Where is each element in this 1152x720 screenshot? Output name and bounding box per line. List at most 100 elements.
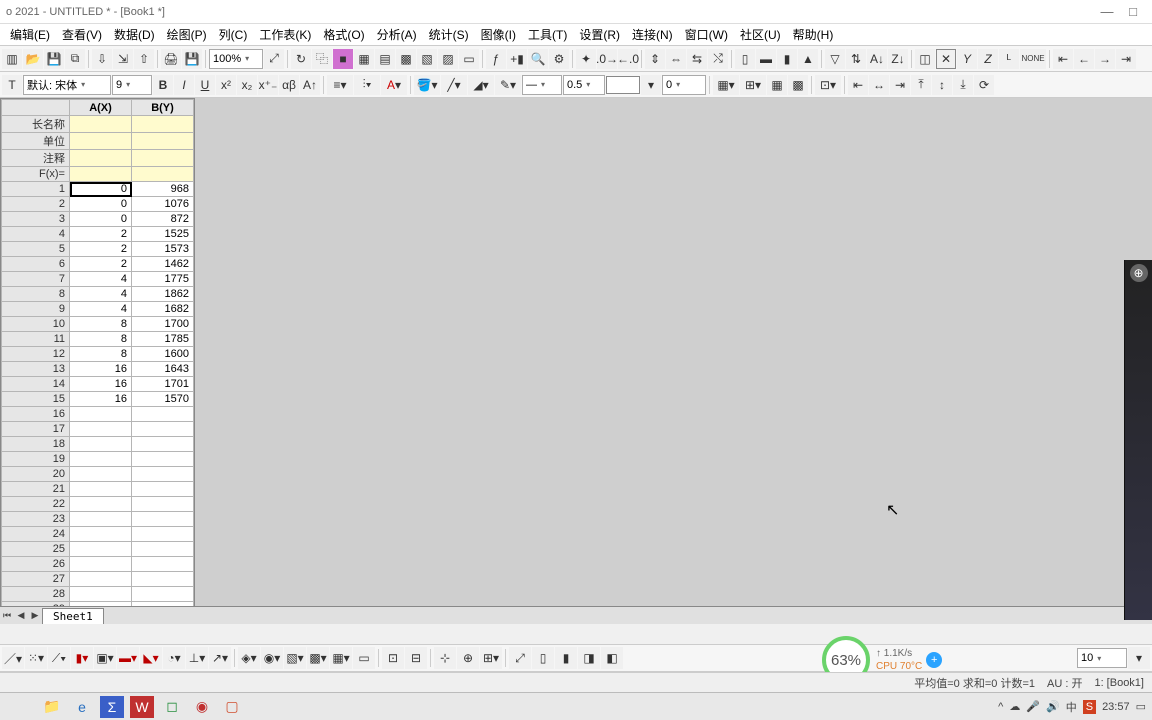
tray-notifications-icon[interactable]: ▭: [1136, 700, 1146, 713]
cell-b[interactable]: 872: [132, 212, 194, 227]
reader-icon[interactable]: ⊹: [434, 647, 456, 669]
row-longname[interactable]: 长名称: [2, 116, 70, 133]
chart-bar-icon[interactable]: ▬: [756, 49, 776, 69]
mask-icon[interactable]: ◫: [915, 49, 935, 69]
code-builder-icon[interactable]: ⚙: [549, 49, 569, 69]
row-header[interactable]: 3: [2, 212, 70, 227]
col-header-b[interactable]: B(Y): [132, 100, 194, 116]
row-header[interactable]: 13: [2, 362, 70, 377]
row-header[interactable]: 4: [2, 227, 70, 242]
cell-b[interactable]: [132, 407, 194, 422]
cell-b[interactable]: 1701: [132, 377, 194, 392]
row-header[interactable]: 8: [2, 287, 70, 302]
filter-icon[interactable]: ▽: [825, 49, 845, 69]
row-header[interactable]: 20: [2, 467, 70, 482]
row-header[interactable]: 22: [2, 497, 70, 512]
new-notes-icon[interactable]: ▭: [459, 49, 479, 69]
save-icon[interactable]: 💾: [44, 49, 64, 69]
add-column-icon[interactable]: +▮: [507, 49, 527, 69]
menu-view[interactable]: 查看(V): [56, 24, 108, 45]
screen-reader-icon[interactable]: ⊕: [457, 647, 479, 669]
cell-b[interactable]: 1700: [132, 317, 194, 332]
cell-a[interactable]: 8: [70, 332, 132, 347]
valign-icon[interactable]: ⫶▾: [354, 75, 380, 95]
cell-a[interactable]: 4: [70, 272, 132, 287]
border-icon[interactable]: ▦▾: [713, 75, 739, 95]
cell-a[interactable]: 2: [70, 257, 132, 272]
zoom-combo[interactable]: 100%▾: [209, 49, 263, 69]
new-project-icon[interactable]: ▥: [2, 49, 22, 69]
row-header[interactable]: 19: [2, 452, 70, 467]
pie-plot-icon[interactable]: ◔▾: [163, 647, 185, 669]
label-icon[interactable]: ᴸ: [999, 49, 1019, 69]
task-orange-icon[interactable]: ▢: [220, 696, 244, 718]
box-plot-icon[interactable]: ▣▾: [94, 647, 116, 669]
row-header[interactable]: 28: [2, 587, 70, 602]
open-icon[interactable]: 📂: [23, 49, 43, 69]
cell-b[interactable]: 1862: [132, 287, 194, 302]
cell-a[interactable]: [70, 467, 132, 482]
cell-comments-a[interactable]: [70, 150, 132, 167]
cell-a[interactable]: [70, 407, 132, 422]
merge-icon[interactable]: ⊞▾: [740, 75, 766, 95]
tray-ime-icon[interactable]: 中: [1066, 699, 1077, 715]
bottom-number-combo[interactable]: 10▾: [1077, 648, 1127, 668]
row-header[interactable]: 10: [2, 317, 70, 332]
cell-b[interactable]: 1600: [132, 347, 194, 362]
duplicate-icon[interactable]: ⿻: [312, 49, 332, 69]
corner-cell[interactable]: [2, 100, 70, 116]
color-well[interactable]: [606, 76, 640, 94]
cell-b[interactable]: [132, 512, 194, 527]
cell-a[interactable]: 0: [70, 197, 132, 212]
menu-data[interactable]: 数据(D): [108, 24, 161, 45]
z-axis-icon[interactable]: Z: [978, 49, 998, 69]
cell-b[interactable]: 1570: [132, 392, 194, 407]
task-explorer-icon[interactable]: 📁: [40, 696, 64, 718]
row-height-icon[interactable]: ⇕: [645, 49, 665, 69]
tray-clock[interactable]: 23:57: [1102, 701, 1130, 713]
cell-b[interactable]: [132, 527, 194, 542]
row-header[interactable]: 6: [2, 257, 70, 272]
layer-icon[interactable]: ▯: [532, 647, 554, 669]
cell-fx-a[interactable]: [70, 167, 132, 182]
tab-first-icon[interactable]: ⏮: [0, 609, 14, 623]
print-icon[interactable]: 🖨: [161, 49, 181, 69]
sub-sup-icon[interactable]: x⁺₋: [258, 75, 278, 95]
underline-icon[interactable]: U: [195, 75, 215, 95]
cell-longname-b[interactable]: [132, 116, 194, 133]
scatter-plot-icon[interactable]: ⁙▾: [25, 647, 47, 669]
task-sigma-icon[interactable]: Σ: [100, 696, 124, 718]
cell-a[interactable]: 16: [70, 362, 132, 377]
menu-worksheet[interactable]: 工作表(K): [253, 24, 317, 45]
align-right2-icon[interactable]: ⇥: [890, 75, 910, 95]
task-wps-icon[interactable]: W: [130, 696, 154, 718]
menu-window[interactable]: 窗口(W): [679, 24, 734, 45]
move-right-icon[interactable]: →: [1095, 49, 1115, 69]
menu-image[interactable]: 图像(I): [475, 24, 522, 45]
new-color-icon[interactable]: ■: [333, 49, 353, 69]
cell-b[interactable]: 1682: [132, 302, 194, 317]
cell-b[interactable]: [132, 542, 194, 557]
line-fill-icon[interactable]: ◢▾: [468, 75, 494, 95]
cell-b[interactable]: [132, 572, 194, 587]
row-header[interactable]: 16: [2, 407, 70, 422]
tab-next-icon[interactable]: ▶: [28, 609, 42, 623]
cell-fx-b[interactable]: [132, 167, 194, 182]
vector-plot-icon[interactable]: ↗▾: [209, 647, 231, 669]
superscript-icon[interactable]: x²: [216, 75, 236, 95]
digitize-icon[interactable]: ✦: [576, 49, 596, 69]
status-book[interactable]: 1: [Book1]: [1094, 677, 1144, 689]
function-icon[interactable]: ƒ: [486, 49, 506, 69]
cell-longname-a[interactable]: [70, 116, 132, 133]
line-symbol-icon[interactable]: ⟋▾: [48, 647, 70, 669]
sort-desc-icon[interactable]: Z↓: [888, 49, 908, 69]
cell-a[interactable]: 16: [70, 392, 132, 407]
cell-b[interactable]: [132, 467, 194, 482]
cell-a[interactable]: [70, 557, 132, 572]
cell-b[interactable]: 1076: [132, 197, 194, 212]
bar-plot-icon[interactable]: ▬▾: [117, 647, 139, 669]
new-layout-icon[interactable]: ▨: [438, 49, 458, 69]
new-excel-icon[interactable]: ▤: [375, 49, 395, 69]
sort-asc-icon[interactable]: A↓: [867, 49, 887, 69]
row-header[interactable]: 11: [2, 332, 70, 347]
